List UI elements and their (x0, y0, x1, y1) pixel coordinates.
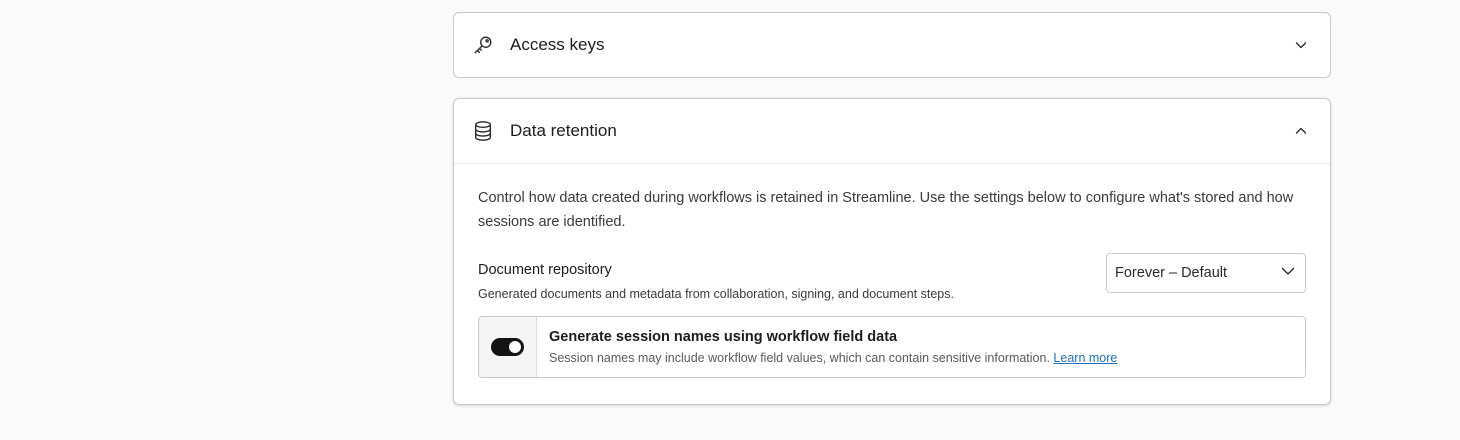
chevron-down-icon (1281, 264, 1295, 283)
session-names-toggle[interactable] (491, 338, 524, 356)
session-names-card: Generate session names using workflow fi… (478, 316, 1306, 378)
data-retention-description: Control how data created during workflow… (478, 190, 1294, 230)
data-retention-panel: Data retention Control how data created … (453, 98, 1331, 405)
session-names-toggle-cell (479, 317, 537, 377)
access-keys-title: Access keys (510, 35, 605, 54)
data-retention-title: Data retention (510, 121, 617, 140)
toggle-knob (509, 341, 521, 353)
learn-more-link[interactable]: Learn more (1053, 351, 1117, 365)
session-names-text: Generate session names using workflow fi… (537, 317, 1117, 377)
chevron-down-icon[interactable] (1294, 38, 1308, 52)
document-repository-row: Document repository Generated documents … (478, 253, 1306, 311)
access-keys-header[interactable]: Access keys (454, 13, 1330, 77)
chevron-up-icon[interactable] (1294, 124, 1308, 138)
key-icon (472, 34, 494, 56)
database-icon (472, 120, 494, 142)
session-names-help: Session names may include workflow field… (549, 351, 1050, 365)
data-retention-body: Control how data created during workflow… (454, 164, 1330, 378)
document-repository-help: Generated documents and metadata from co… (478, 287, 954, 301)
document-repository-label: Document repository (478, 262, 612, 278)
session-names-title: Generate session names using workflow fi… (549, 329, 898, 345)
data-retention-header[interactable]: Data retention (454, 99, 1330, 164)
retention-period-value: Forever – Default (1115, 265, 1228, 281)
access-keys-panel: Access keys (453, 12, 1331, 78)
session-names-help-row: Session names may include workflow field… (549, 351, 1117, 365)
retention-period-select[interactable]: Forever – Default (1106, 253, 1306, 293)
